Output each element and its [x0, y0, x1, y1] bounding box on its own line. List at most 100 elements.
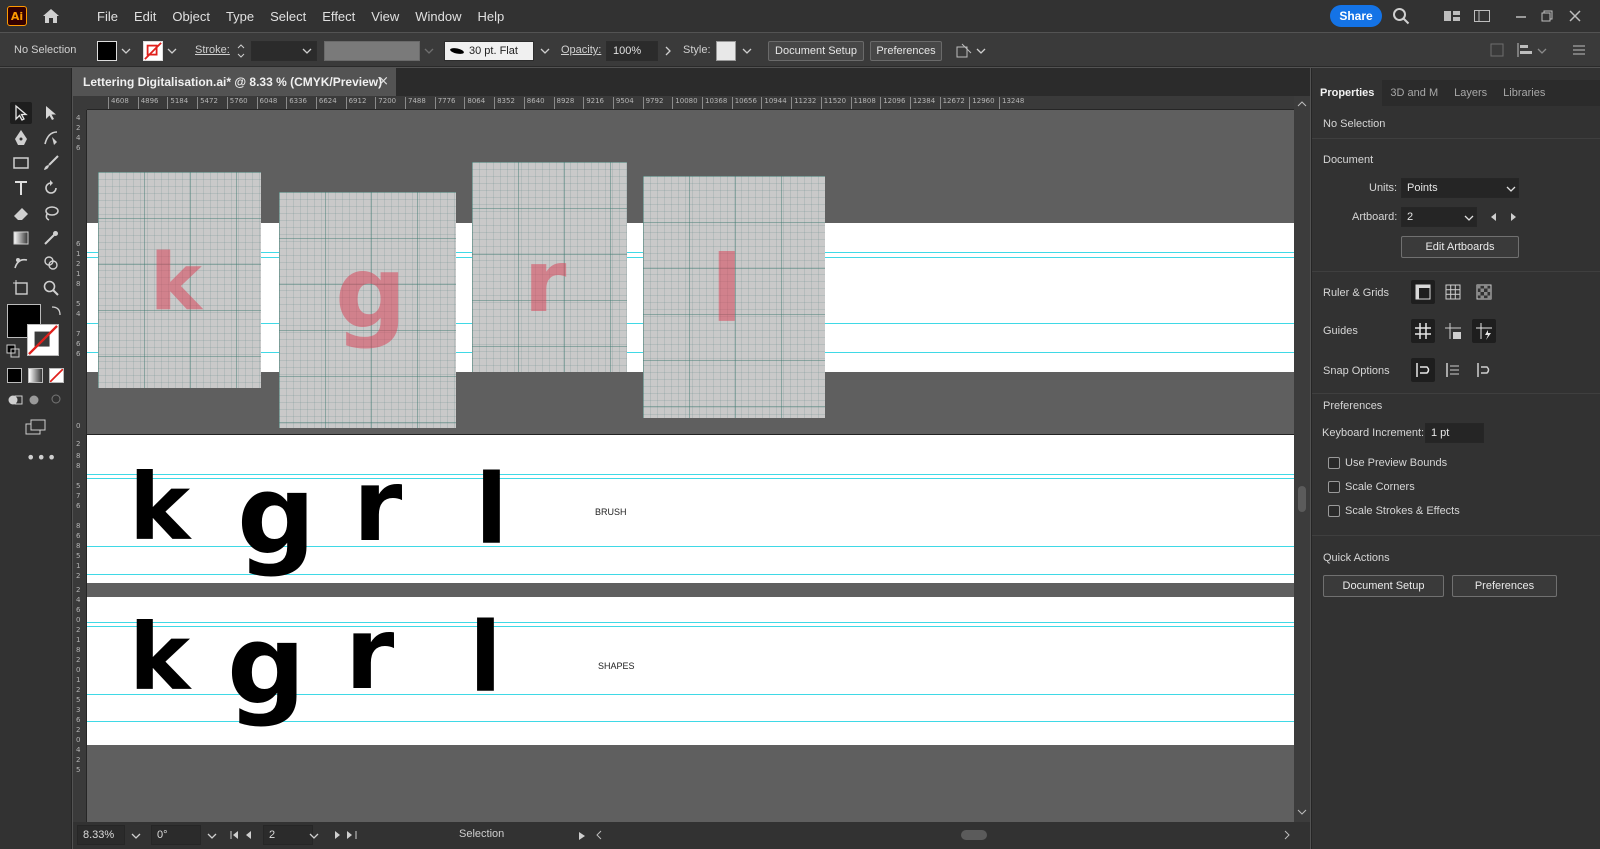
lasso-tool[interactable]	[40, 202, 62, 224]
eraser-tool[interactable]	[10, 202, 32, 224]
selection-tool[interactable]	[10, 102, 32, 124]
chevron-down-icon[interactable]	[309, 831, 319, 841]
tab-3d-materials[interactable]: 3D and M	[1382, 80, 1446, 106]
artboard-canvas[interactable]: k g r l k g r l BRUSH k g r l SHAPES	[87, 110, 1294, 822]
scale-strokes-checkbox[interactable]	[1328, 505, 1340, 517]
horizontal-ruler[interactable]: 4608 4896 5184 5472 5760 6048 6336 6624 6912 7200…	[87, 96, 1294, 110]
transparency-grid-toggle[interactable]	[1472, 280, 1496, 304]
status-menu-icon[interactable]	[578, 831, 586, 841]
sketch-photo-k[interactable]: k	[98, 172, 261, 388]
chevron-down-icon[interactable]	[207, 831, 217, 841]
scroll-down-icon[interactable]	[1297, 808, 1307, 816]
close-window-icon[interactable]	[1566, 7, 1584, 25]
tab-properties[interactable]: Properties	[1312, 80, 1383, 106]
arrange-documents-icon[interactable]	[1443, 7, 1461, 25]
type-tool[interactable]	[10, 177, 32, 199]
graphic-style-swatch[interactable]	[716, 41, 736, 61]
guides-toggle[interactable]	[1411, 319, 1435, 343]
artboard-number-field[interactable]: 2	[263, 825, 313, 845]
vertical-scroll-thumb[interactable]	[1298, 486, 1306, 512]
brush-letter-g[interactable]: g	[237, 460, 316, 570]
current-tool-status[interactable]: Selection	[459, 828, 504, 840]
shape-letter-r[interactable]: r	[345, 604, 394, 704]
grid-toggle[interactable]	[1441, 280, 1465, 304]
shape-letter-l[interactable]: l	[469, 610, 502, 706]
stroke-swatch[interactable]	[143, 41, 163, 61]
zoom-tool[interactable]	[40, 277, 62, 299]
draw-inside-icon[interactable]	[49, 392, 63, 406]
shapes-label[interactable]: SHAPES	[598, 661, 635, 671]
brush-letter-k[interactable]: k	[129, 462, 190, 554]
chevron-down-icon[interactable]	[131, 831, 141, 841]
snap-to-point-toggle[interactable]	[1411, 358, 1435, 382]
draw-behind-icon[interactable]	[28, 392, 44, 408]
menu-edit[interactable]: Edit	[126, 9, 164, 24]
menu-help[interactable]: Help	[469, 9, 512, 24]
use-preview-bounds-checkbox[interactable]	[1328, 457, 1340, 469]
rulers-toggle[interactable]	[1411, 280, 1435, 304]
chevron-down-icon[interactable]	[302, 46, 312, 56]
quick-preferences-button[interactable]: Preferences	[1452, 575, 1557, 597]
ruler-origin[interactable]	[73, 96, 87, 110]
vertical-scrollbar[interactable]	[1294, 96, 1310, 822]
recolor-artwork-icon[interactable]	[955, 42, 973, 60]
lock-guides-toggle[interactable]	[1441, 319, 1465, 343]
chevron-down-icon[interactable]	[167, 46, 177, 56]
document-tab[interactable]: Lettering Digitalisation.ai* @ 8.33 % (C…	[73, 68, 396, 96]
previous-artboard-icon[interactable]	[1489, 212, 1497, 222]
smart-guides-toggle[interactable]	[1472, 319, 1496, 343]
chevron-right-icon[interactable]	[663, 46, 673, 56]
rotate-tool[interactable]	[40, 177, 62, 199]
use-preview-bounds-label[interactable]: Use Preview Bounds	[1345, 457, 1447, 469]
next-last-artboard-icon[interactable]	[331, 830, 361, 840]
scroll-left-icon[interactable]	[595, 830, 603, 840]
gradient-tool[interactable]	[10, 227, 32, 249]
shape-builder-tool[interactable]	[40, 252, 62, 274]
workspace-icon[interactable]	[1473, 7, 1491, 25]
color-mode-icon[interactable]	[7, 368, 22, 383]
vertical-ruler[interactable]: 4246 61218 54766 0288 576868512 24602182…	[73, 110, 87, 822]
restore-icon[interactable]	[1538, 7, 1556, 25]
zoom-field[interactable]: 8.33%	[77, 825, 125, 845]
chevron-down-icon[interactable]	[976, 46, 986, 56]
quick-document-setup-button[interactable]: Document Setup	[1323, 575, 1444, 597]
stroke-color[interactable]	[27, 324, 59, 356]
sketch-photo-r[interactable]: r	[472, 162, 627, 372]
fill-swatch[interactable]	[97, 41, 117, 61]
edit-artboards-button[interactable]: Edit Artboards	[1401, 236, 1519, 258]
transform-icon[interactable]	[1489, 42, 1505, 58]
brush-label[interactable]: BRUSH	[595, 507, 627, 517]
scale-corners-label[interactable]: Scale Corners	[1345, 481, 1415, 493]
artboard-dropdown[interactable]: 2	[1401, 207, 1477, 227]
brush-letter-r[interactable]: r	[353, 456, 402, 556]
shape-letter-g[interactable]: g	[227, 610, 306, 720]
screen-mode-icon[interactable]	[24, 418, 48, 436]
next-artboard-icon[interactable]	[1510, 212, 1518, 222]
keyboard-increment-field[interactable]: 1 pt	[1425, 423, 1484, 443]
snap-to-pixel-toggle[interactable]	[1441, 358, 1465, 382]
variable-width-profile[interactable]	[324, 41, 420, 61]
gradient-mode-icon[interactable]	[28, 368, 43, 383]
close-tab-icon[interactable]: ×	[378, 74, 392, 89]
menu-file[interactable]: File	[89, 9, 126, 24]
sketch-photo-g[interactable]: g	[279, 192, 456, 428]
horizontal-scroll-thumb[interactable]	[961, 830, 987, 840]
menu-window[interactable]: Window	[407, 9, 469, 24]
menu-select[interactable]: Select	[262, 9, 314, 24]
tab-libraries[interactable]: Libraries	[1495, 80, 1553, 106]
scale-corners-checkbox[interactable]	[1328, 481, 1340, 493]
scale-strokes-label[interactable]: Scale Strokes & Effects	[1345, 505, 1460, 517]
swap-colors-icon[interactable]	[49, 304, 63, 318]
share-button[interactable]: Share	[1330, 5, 1382, 27]
chevron-down-icon[interactable]	[424, 46, 434, 56]
align-icon[interactable]	[1516, 42, 1534, 58]
puppet-warp-tool[interactable]	[10, 252, 32, 274]
document-setup-button[interactable]: Document Setup	[768, 41, 864, 61]
chevron-down-icon[interactable]	[121, 46, 131, 56]
direct-selection-tool[interactable]	[40, 102, 62, 124]
paintbrush-tool[interactable]	[40, 152, 62, 174]
brush-letter-l[interactable]: l	[475, 462, 508, 558]
artboard-tool[interactable]	[10, 277, 32, 299]
opacity-field[interactable]: 100%	[606, 41, 658, 61]
none-mode-icon[interactable]	[49, 368, 64, 383]
